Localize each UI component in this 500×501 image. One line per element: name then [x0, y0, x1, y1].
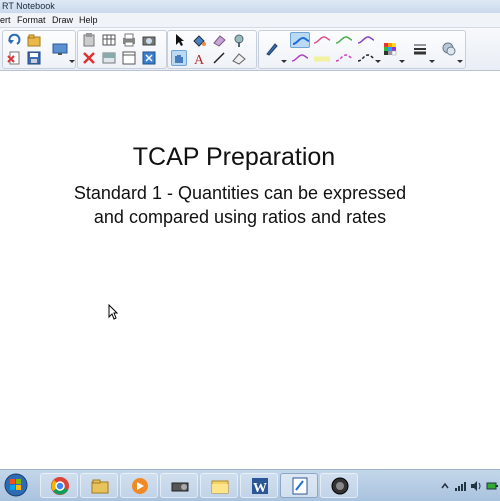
full-screen-icon[interactable]	[121, 50, 137, 66]
open-file-icon[interactable]	[26, 32, 42, 48]
menu-format[interactable]: Format	[17, 14, 46, 26]
delete-page-icon[interactable]	[6, 50, 22, 66]
system-tray	[440, 470, 500, 501]
line-properties-icon[interactable]	[412, 41, 428, 57]
windows-orb-icon[interactable]	[0, 473, 32, 498]
text-icon[interactable]: A	[191, 50, 207, 66]
subtitle-line-2: and compared using ratios and rates	[93, 207, 387, 227]
camera-icon[interactable]	[141, 32, 157, 48]
pen-style-pink[interactable]	[312, 32, 332, 48]
fill-icon[interactable]	[191, 32, 207, 48]
fill-effect-caret[interactable]	[457, 60, 463, 63]
pen-style-caret[interactable]	[375, 60, 381, 63]
color-caret[interactable]	[399, 60, 405, 63]
draw-tools-group: A	[167, 30, 257, 69]
page-subtitle[interactable]: Standard 1 - Quantities can be expressed…	[0, 181, 480, 229]
menu-bar: ert Format Draw Help	[0, 13, 500, 28]
toolbar: A	[0, 28, 500, 71]
pen-style-yellow[interactable]	[312, 50, 332, 66]
pen-style-black[interactable]	[356, 50, 376, 66]
pen-style-purple[interactable]	[356, 32, 376, 48]
pen-tools-group	[258, 30, 466, 69]
paste-icon[interactable]	[81, 32, 97, 48]
notebook-icon[interactable]	[280, 473, 318, 498]
magic-wand-icon[interactable]	[231, 32, 247, 48]
pen-dropdown-caret[interactable]	[281, 60, 287, 63]
chrome-icon[interactable]	[40, 473, 78, 498]
network-icon[interactable]	[454, 480, 466, 492]
redo-icon[interactable]	[6, 32, 22, 48]
line-icon[interactable]	[211, 50, 227, 66]
capture-icon[interactable]	[141, 50, 157, 66]
page-title[interactable]: TCAP Preparation	[0, 143, 468, 172]
taskbar: W	[0, 469, 500, 501]
eraser-icon[interactable]	[211, 32, 227, 48]
power-icon[interactable]	[486, 480, 498, 492]
save-icon[interactable]	[26, 50, 42, 66]
window-title: RT Notebook	[2, 1, 55, 11]
menu-draw[interactable]: Draw	[52, 14, 73, 26]
menu-help[interactable]: Help	[79, 14, 98, 26]
edit-tools-group	[77, 30, 167, 69]
svg-text:A: A	[194, 53, 205, 66]
delete-icon[interactable]	[81, 50, 97, 66]
menu-insert[interactable]: ert	[0, 14, 11, 26]
pen-icon[interactable]	[264, 41, 280, 57]
pen-style-magenta[interactable]	[334, 50, 354, 66]
recorder-icon[interactable]	[320, 473, 358, 498]
media-player-icon[interactable]	[120, 473, 158, 498]
svg-text:W: W	[253, 481, 267, 496]
subtitle-line-1: Standard 1 - Quantities can be expressed	[73, 183, 407, 203]
color-palette-icon[interactable]	[382, 41, 398, 57]
display-icon[interactable]	[52, 41, 68, 57]
table-icon[interactable]	[101, 32, 117, 48]
print-icon[interactable]	[121, 32, 137, 48]
mouse-pointer-icon	[108, 303, 119, 324]
line-properties-caret[interactable]	[429, 60, 435, 63]
explorer-folder-icon[interactable]	[80, 473, 118, 498]
projector-icon[interactable]	[160, 473, 198, 498]
pen-style-purple-2[interactable]	[290, 50, 310, 66]
shape-eraser-icon[interactable]	[231, 50, 247, 66]
window-title-bar[interactable]: RT Notebook	[0, 0, 500, 13]
volume-icon[interactable]	[470, 480, 482, 492]
select-arrow-icon[interactable]	[171, 32, 187, 48]
tray-arrow-icon[interactable]	[440, 481, 450, 491]
screen-shade-icon[interactable]	[101, 50, 117, 66]
dropdown-caret[interactable]	[69, 60, 75, 63]
touch-icon[interactable]	[171, 50, 187, 66]
fill-effect-icon[interactable]	[441, 41, 457, 57]
notebook-page[interactable]: TCAP Preparation Standard 1 - Quantities…	[0, 71, 500, 469]
word-icon[interactable]: W	[240, 473, 278, 498]
pen-style-green[interactable]	[334, 32, 354, 48]
pen-style-blue[interactable]	[290, 32, 310, 48]
file-tools-group	[2, 30, 76, 69]
folder-icon[interactable]	[200, 473, 238, 498]
